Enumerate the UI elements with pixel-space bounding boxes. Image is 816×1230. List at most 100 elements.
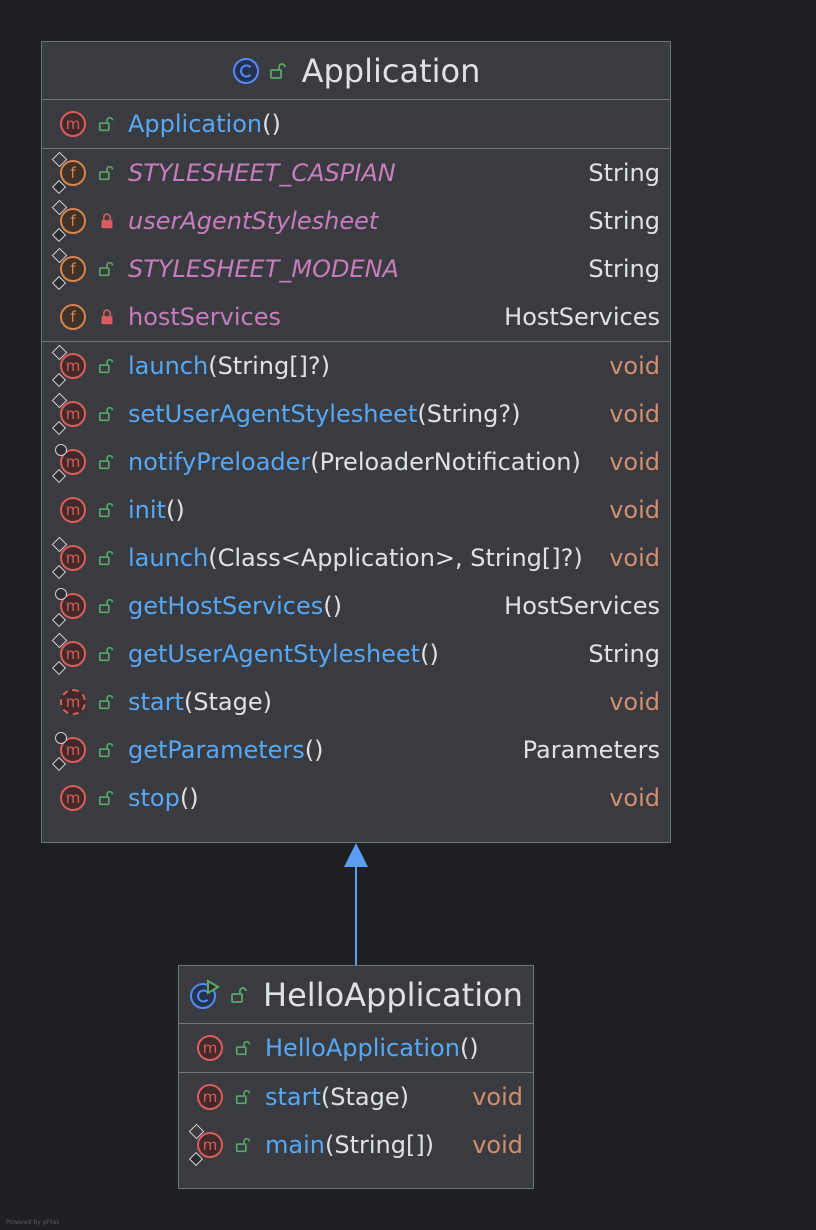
field-icon: f [60, 304, 86, 330]
field-icon-slot: f [50, 199, 96, 243]
member-params: () [165, 496, 185, 524]
public-visibility-icon [98, 646, 114, 662]
method-row[interactable]: m stop() void [42, 774, 670, 822]
method-icon: m [197, 1035, 223, 1061]
method-icon-slot: m [50, 497, 96, 523]
member-name: setUserAgentStylesheet [128, 400, 418, 428]
field-type: String [588, 159, 660, 187]
member-name: start [128, 688, 184, 716]
visibility-slot [96, 307, 118, 327]
methods-section: m start(Stage) void m main(String[]) void [179, 1073, 533, 1169]
member-signature: Application() [128, 110, 670, 138]
visibility-slot [233, 1087, 255, 1107]
method-row[interactable]: m init() void [42, 486, 670, 534]
visibility-slot [96, 548, 118, 568]
private-visibility-icon [101, 213, 113, 229]
member-name: userAgentStylesheet [128, 207, 379, 235]
member-name: hostServices [128, 303, 282, 331]
member-name: getHostServices [128, 592, 324, 620]
method-icon: m [60, 111, 86, 137]
method-row[interactable]: m notifyPreloader(PreloaderNotification) v… [42, 438, 670, 486]
method-icon-slot: m [187, 1084, 233, 1110]
method-icon: m [60, 497, 86, 523]
field-type: String [588, 255, 660, 283]
public-visibility-icon [98, 502, 114, 518]
member-params: (String[]) [324, 1131, 435, 1159]
class-box-application[interactable]: Application m Application() f STYLESHEET_C… [41, 41, 671, 843]
visibility-slot [96, 740, 118, 760]
method-icon: m [197, 1084, 223, 1110]
method-row[interactable]: m getUserAgentStylesheet() String [42, 630, 670, 678]
member-signature: STYLESHEET_CASPIAN [128, 159, 588, 187]
field-icon: f [60, 208, 86, 234]
method-row[interactable]: m start(Stage) void [42, 678, 670, 726]
public-visibility-icon [98, 742, 114, 758]
public-visibility-icon [98, 550, 114, 566]
visibility-slot [96, 452, 118, 472]
member-signature: stop() [128, 784, 609, 812]
method-icon: m [60, 545, 86, 571]
inheritance-arrow-line [355, 865, 357, 966]
methods-section: m launch(String[]?) void m setUserAgentStyle… [42, 342, 670, 822]
field-row[interactable]: f STYLESHEET_MODENA String [42, 245, 670, 293]
method-icon-slot: m [50, 632, 96, 676]
member-signature: main(String[]) [265, 1131, 472, 1159]
public-visibility-icon [98, 358, 114, 374]
visibility-slot [96, 692, 118, 712]
final-overlay-icon [55, 588, 67, 600]
method-row[interactable]: m getParameters() Parameters [42, 726, 670, 774]
member-params: (Class<Application>, String[]?) [208, 544, 583, 572]
member-name: launch [128, 544, 209, 572]
method-row[interactable]: m launch(Class<Application>, String[]?) vo… [42, 534, 670, 582]
member-signature: userAgentStylesheet [128, 207, 588, 235]
member-name: STYLESHEET_MODENA [128, 255, 399, 283]
method-icon-slot: m [50, 785, 96, 811]
method-icon-slot: m [50, 344, 96, 388]
member-name: getUserAgentStylesheet [128, 640, 421, 668]
public-visibility-icon [98, 598, 114, 614]
class-header-application[interactable]: Application [42, 42, 670, 100]
public-visibility-icon [98, 406, 114, 422]
method-icon: m [60, 785, 86, 811]
member-params: (String[]?) [208, 352, 331, 380]
member-params: () [459, 1034, 479, 1062]
class-header-hello-application[interactable]: HelloApplication [179, 966, 533, 1024]
visibility-slot [96, 114, 118, 134]
method-row[interactable]: m getHostServices() HostServices [42, 582, 670, 630]
method-row[interactable]: m setUserAgentStylesheet(String?) void [42, 390, 670, 438]
member-params: () [304, 736, 324, 764]
arrow-head-icon [344, 843, 368, 867]
class-name-application: Application [301, 51, 481, 90]
method-row[interactable]: m main(String[]) void [179, 1121, 533, 1169]
method-row[interactable]: m start(Stage) void [179, 1073, 533, 1121]
return-type: void [609, 448, 660, 476]
field-row[interactable]: f hostServices HostServices [42, 293, 670, 341]
public-visibility-icon [98, 790, 114, 806]
abstract-method-icon-slot: m [50, 689, 96, 715]
method-icon-slot: m [50, 732, 96, 772]
abstract-method-icon: m [60, 689, 86, 715]
field-row[interactable]: f userAgentStylesheet String [42, 197, 670, 245]
field-row[interactable]: f STYLESHEET_CASPIAN String [42, 149, 670, 197]
public-visibility-icon [98, 454, 114, 470]
member-signature: notifyPreloader(PreloaderNotification) [128, 448, 609, 476]
member-signature: launch(String[]?) [128, 352, 609, 380]
class-box-hello-application[interactable]: HelloApplication m HelloApplication() m st… [178, 965, 534, 1189]
member-name: init [128, 496, 166, 524]
constructors-section: m HelloApplication() [179, 1024, 533, 1073]
member-params: (PreloaderNotification) [310, 448, 581, 476]
constructor-row[interactable]: m Application() [42, 100, 670, 148]
public-visibility-icon [269, 62, 286, 79]
member-params: () [420, 640, 439, 668]
method-icon-slot: m [50, 111, 96, 137]
return-type: String [588, 640, 660, 668]
public-visibility-icon [235, 1137, 251, 1153]
return-type: void [609, 400, 660, 428]
member-signature: setUserAgentStylesheet(String?) [128, 400, 609, 428]
method-row[interactable]: m launch(String[]?) void [42, 342, 670, 390]
return-type: HostServices [504, 592, 660, 620]
public-visibility-icon [98, 116, 114, 132]
constructor-row[interactable]: m HelloApplication() [179, 1024, 533, 1072]
member-params: () [179, 784, 199, 812]
private-visibility-icon [101, 309, 113, 325]
